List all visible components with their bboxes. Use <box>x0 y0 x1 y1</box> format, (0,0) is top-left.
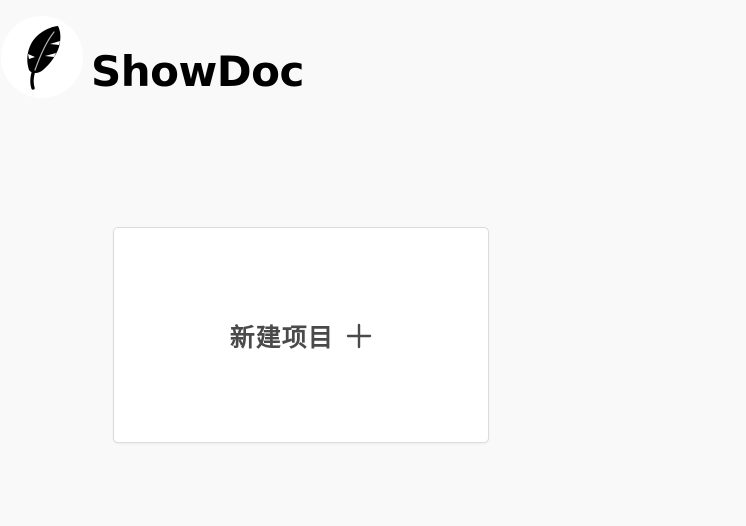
brand-title[interactable]: ShowDoc <box>91 44 304 100</box>
new-project-card[interactable]: 新建项目 <box>113 227 489 443</box>
plus-icon <box>346 323 372 349</box>
new-project-label: 新建项目 <box>229 323 334 352</box>
new-project-content: 新建项目 <box>230 318 372 354</box>
feather-icon <box>27 26 61 90</box>
logo[interactable] <box>1 16 83 98</box>
header: ShowDoc <box>0 0 746 140</box>
